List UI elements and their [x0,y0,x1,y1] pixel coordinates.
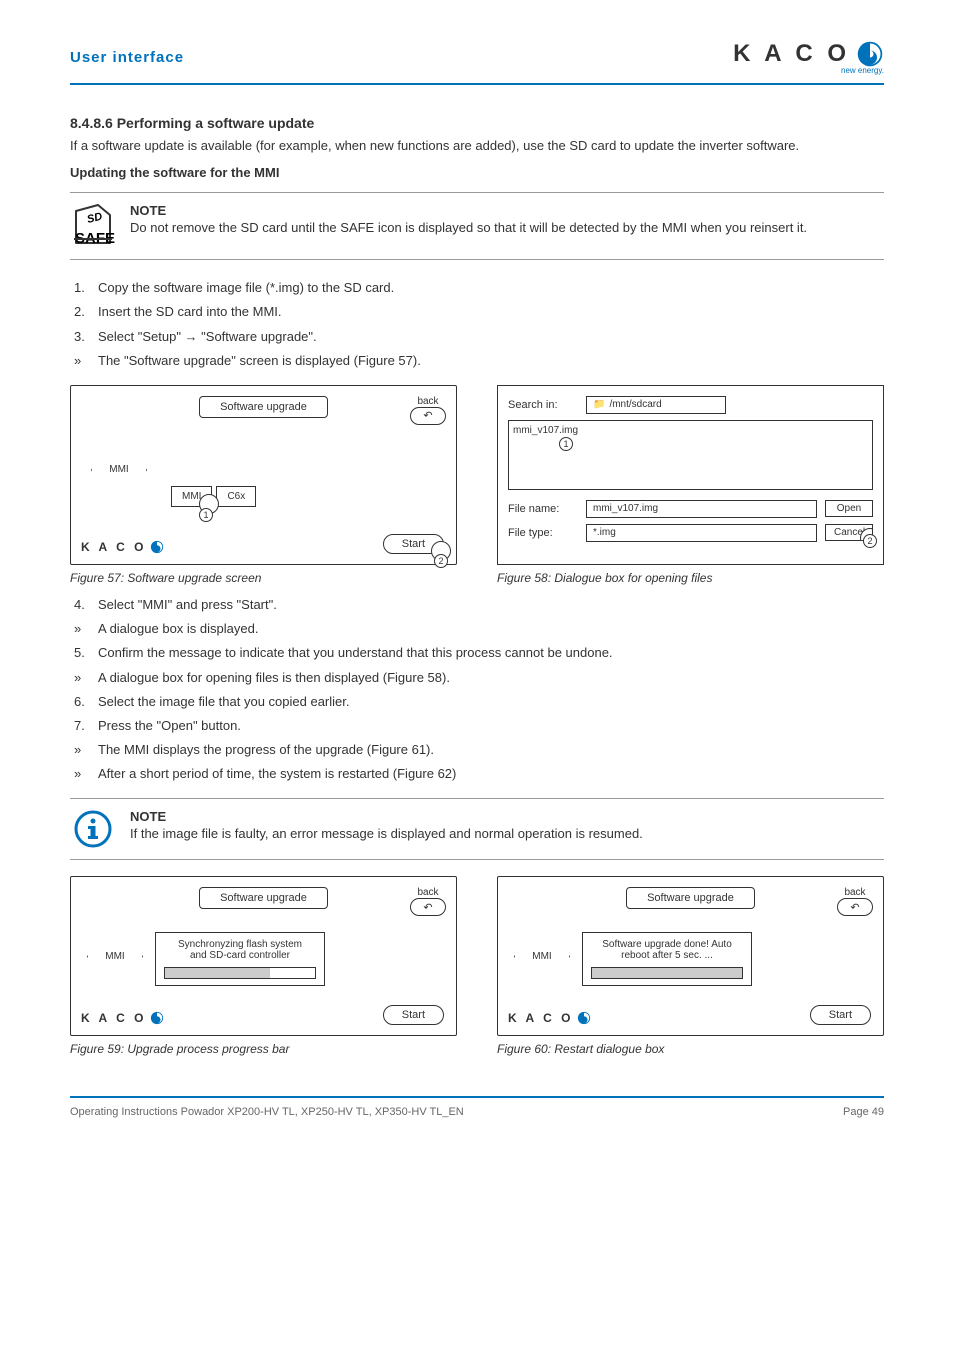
mmi-option[interactable]: MMI [171,486,212,507]
logo-subtitle: new energy. [841,66,884,75]
callout-2: 2 [863,534,877,548]
step-text: The MMI displays the progress of the upg… [98,742,434,757]
figure-58-dialog: Search in: 📁 /mnt/sdcard mmi_v107.img 1 … [497,385,884,565]
start-button[interactable]: Start [383,534,444,554]
step-text: After a short period of time, the system… [98,766,456,781]
folder-icon: 📁 [593,399,605,410]
figure-59-caption: Figure 59: Upgrade process progress bar [70,1042,457,1056]
file-name-field[interactable]: mmi_v107.img [586,500,817,518]
callout-1: 1 [199,508,213,522]
info-icon [70,809,116,849]
step-marker: » [74,620,94,638]
figure-57-caption: Figure 57: Software upgrade screen [70,571,457,585]
step-marker: 6. [74,693,94,711]
intro-text: If a software update is available (for e… [70,137,884,155]
file-type-label: File type: [508,527,578,539]
step-marker: » [74,669,94,687]
figure-60-screen: Software upgrade back ↶ MMI Software upg… [497,876,884,1036]
file-type-field[interactable]: *.img [586,524,817,542]
screen-title-tab: Software upgrade [199,396,328,418]
kaco-logo: K A C O [81,540,164,554]
start-button[interactable]: Start [810,1005,871,1025]
step-text: Insert the SD card into the MMI. [98,304,282,319]
step-marker: » [74,352,94,370]
back-arrow-icon: ↶ [423,901,432,914]
file-list[interactable]: mmi_v107.img 1 [508,420,873,490]
back-button[interactable]: back ↶ [410,887,446,916]
step-text: Copy the software image file (*.img) to … [98,280,394,295]
step-text: A dialogue box for opening files is then… [98,670,450,685]
c6x-option[interactable]: C6x [216,486,256,507]
step-marker: 2. [74,303,94,321]
start-button[interactable]: Start [383,1005,444,1025]
page-footer: Operating Instructions Powador XP200-HV … [70,1096,884,1118]
step-marker: 3. [74,328,94,346]
figure-57-screen: Software upgrade back ↶ MMI MMI C6x 1 K … [70,385,457,565]
open-button[interactable]: Open [825,500,873,517]
step-marker: 4. [74,596,94,614]
step-marker: 7. [74,717,94,735]
step-marker: » [74,765,94,783]
step-text: Select the image file that you copied ea… [98,694,349,709]
step-text: Confirm the message to indicate that you… [98,645,613,660]
svg-text:SD: SD [86,211,104,226]
file-name-label: File name: [508,503,578,515]
back-arrow-icon: ↶ [850,901,859,914]
progress-bar [164,967,316,979]
search-in-field[interactable]: 📁 /mnt/sdcard [586,396,726,414]
footer-left: Operating Instructions Powador XP200-HV … [70,1106,464,1118]
step-text: Press the "Open" button. [98,718,241,733]
mmi-hex: MMI [514,932,570,980]
steps-list-1: 1. Copy the software image file (*.img) t… [70,276,884,373]
step-marker: » [74,741,94,759]
sub-heading: Updating the software for the MMI [70,165,884,180]
page-header: User interface K A C O new energy. [70,40,884,85]
kaco-logo: K A C O [508,1011,591,1025]
back-button[interactable]: back ↶ [837,887,873,916]
swirl-icon [150,540,164,554]
back-button[interactable]: back ↶ [410,396,446,425]
callout-2: 2 [434,554,448,568]
screen-title-tab: Software upgrade [199,887,328,909]
figure-58-caption: Figure 58: Dialogue box for opening file… [497,571,884,585]
logo-text: K A C O [733,40,850,68]
step-text: The "Software upgrade" screen is display… [98,353,421,368]
heading-numbered: 8.4.8.6 Performing a software update [70,115,884,131]
search-in-label: Search in: [508,399,578,411]
step-text: Select "Setup" → "Software upgrade". [98,329,317,344]
progress-box: Synchronyzing flash system and SD-card c… [155,932,325,986]
step-marker: 5. [74,644,94,662]
kaco-logo: K A C O [81,1011,164,1025]
note-heading: NOTE [130,203,884,218]
step-text: Select "MMI" and press "Start". [98,597,277,612]
section-title: User interface [70,49,184,66]
steps-list-2: 4. Select "MMI" and press "Start". » A dia… [70,593,884,787]
note-body: Do not remove the SD card until the SAFE… [130,220,884,235]
progress-bar [591,967,743,979]
brand-logo: K A C O new energy. [733,40,884,75]
back-arrow-icon: ↶ [423,409,432,422]
note-block: SD SAFE NOTE Do not remove the SD card u… [70,192,884,260]
list-item[interactable]: mmi_v107.img [513,425,578,436]
sd-safe-icon: SD SAFE [70,203,116,249]
swirl-icon [150,1011,164,1025]
note-heading: NOTE [130,809,884,824]
note-body: If the image file is faulty, an error me… [130,826,884,841]
mmi-hex: MMI [91,446,147,494]
callout-1: 1 [559,437,573,451]
progress-box: Software upgrade done! Auto reboot after… [582,932,752,986]
figure-59-screen: Software upgrade back ↶ MMI Synchronyzin… [70,876,457,1036]
swirl-icon [577,1011,591,1025]
screen-title-tab: Software upgrade [626,887,755,909]
mmi-hex: MMI [87,932,143,980]
figure-60-caption: Figure 60: Restart dialogue box [497,1042,884,1056]
footer-right: Page 49 [843,1106,884,1118]
note-block: NOTE If the image file is faulty, an err… [70,798,884,860]
step-marker: 1. [74,279,94,297]
swirl-icon [856,40,884,68]
step-text: A dialogue box is displayed. [98,621,258,636]
